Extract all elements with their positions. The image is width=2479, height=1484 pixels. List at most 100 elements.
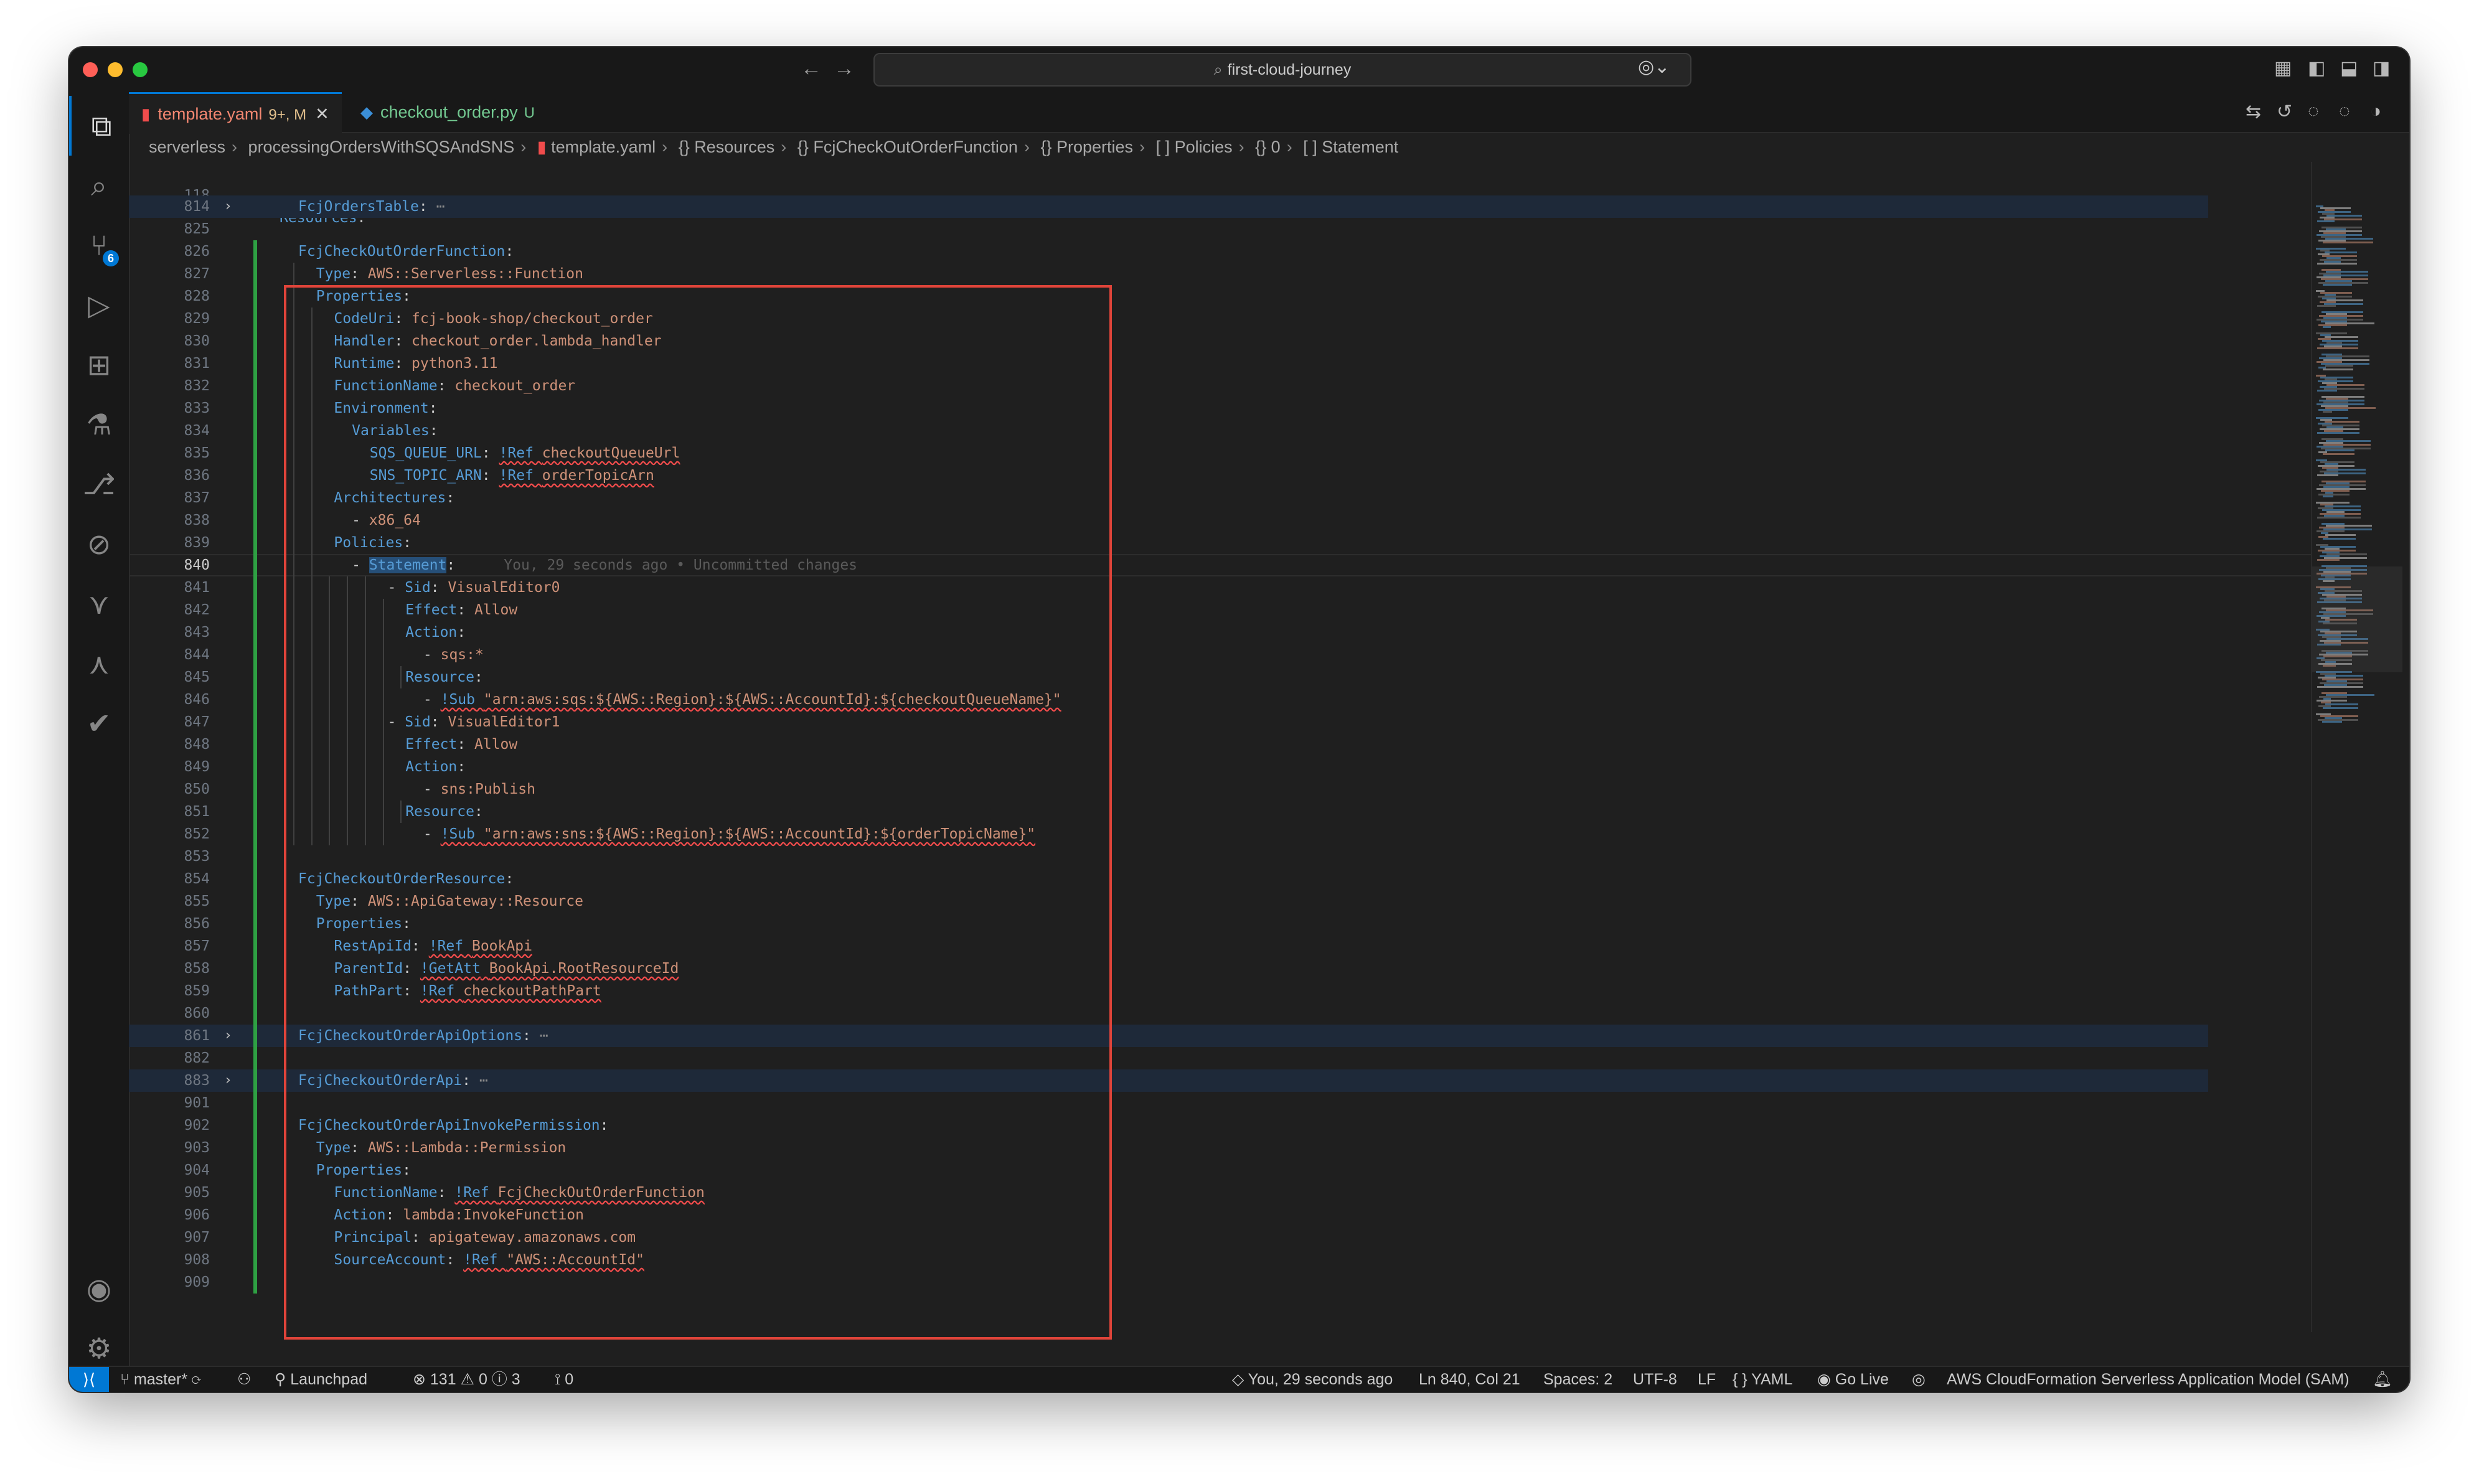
- previous-change-icon[interactable]: ◌: [2308, 101, 2319, 122]
- code-line[interactable]: 831 Runtime: python3.11: [129, 352, 2311, 375]
- back-arrow-icon[interactable]: ←: [801, 56, 822, 81]
- breadcrumb-item[interactable]: [ ] Policies: [1156, 138, 1233, 156]
- breadcrumb-item[interactable]: serverless: [149, 138, 225, 156]
- code-line[interactable]: 836 SNS_TOPIC_ARN: !Ref orderTopicArn: [129, 464, 2311, 487]
- remote-explorer-icon[interactable]: ⊘: [69, 514, 129, 574]
- cursor-position-status[interactable]: Ln 840, Col 21: [1419, 1367, 1520, 1392]
- fold-chevron-icon[interactable]: ›: [225, 1069, 231, 1092]
- breadcrumb-item[interactable]: [ ] Statement: [1303, 138, 1398, 156]
- problems-status[interactable]: ⊗ 131 ⚠ 0 ⓘ 3: [413, 1367, 520, 1392]
- code-line[interactable]: 833 Environment:: [129, 397, 2311, 420]
- next-change-icon[interactable]: ◌: [2339, 101, 2350, 122]
- open-changes-icon[interactable]: ⇆: [2246, 101, 2261, 123]
- sticky-scroll-line[interactable]: 118 Resources:: [129, 162, 2311, 226]
- code-line[interactable]: 829 CodeUri: fcj-book-shop/checkout_order: [129, 308, 2311, 330]
- forward-arrow-icon[interactable]: →: [834, 56, 855, 81]
- close-tab-icon[interactable]: ✕: [315, 105, 329, 123]
- remote-indicator-icon[interactable]: ⟩⟨: [69, 1367, 109, 1392]
- checklist-icon[interactable]: ✔: [69, 693, 129, 753]
- code-line[interactable]: 902 FcjCheckoutOrderApiInvokePermission:: [129, 1114, 2311, 1137]
- source-control-icon[interactable]: ⑂ 6: [69, 215, 129, 275]
- eol-status[interactable]: LF: [1698, 1367, 1716, 1392]
- folded-code-line[interactable]: 883 › FcjCheckoutOrderApi: ⋯: [129, 1069, 2208, 1092]
- code-line[interactable]: 841 - Sid: VisualEditor0: [129, 576, 2311, 599]
- code-line[interactable]: 903 Type: AWS::Lambda::Permission: [129, 1137, 2311, 1159]
- code-line[interactable]: 837 Architectures:: [129, 487, 2311, 509]
- zoom-window-button[interactable]: [133, 62, 148, 77]
- code-line[interactable]: 830 Handler: checkout_order.lambda_handle…: [129, 330, 2311, 352]
- code-line[interactable]: 854 FcjCheckoutOrderResource:: [129, 868, 2311, 890]
- copilot-status-icon[interactable]: ◎: [1912, 1367, 1926, 1392]
- code-line[interactable]: 845 Resource:: [129, 666, 2311, 688]
- code-line[interactable]: 858 ParentId: !GetAtt BookApi.RootResourc…: [129, 957, 2311, 980]
- code-line[interactable]: 840 - Statement: You, 29 seconds ago • Unc…: [129, 554, 2311, 576]
- yaml-schema-status[interactable]: AWS CloudFormation Serverless Applicatio…: [1947, 1367, 2350, 1392]
- breadcrumb-item[interactable]: {} Resources: [679, 138, 775, 156]
- command-center-search[interactable]: ⌕ first-cloud-journey: [873, 53, 1691, 87]
- minimap[interactable]: [2311, 162, 2402, 1332]
- launchpad-status[interactable]: ⚲ Launchpad: [275, 1367, 367, 1392]
- aws-toolkit-icon[interactable]: ⋎: [69, 574, 129, 634]
- aws-amazon-q-icon[interactable]: ⋏: [69, 634, 129, 693]
- code-line[interactable]: 850 - sns:Publish: [129, 778, 2311, 801]
- breadcrumb-item[interactable]: template.yaml: [551, 138, 656, 156]
- breadcrumb-item[interactable]: processingOrdersWithSQSAndSNS: [248, 138, 515, 156]
- git-blame-status[interactable]: ◇ You, 29 seconds ago: [1232, 1367, 1393, 1392]
- minimap-slider[interactable]: [2312, 566, 2402, 672]
- folded-ellipsis-icon[interactable]: ⋯: [531, 1028, 548, 1044]
- folded-code-line[interactable]: 861 › FcjCheckoutOrderApiOptions: ⋯: [129, 1025, 2208, 1047]
- toggle-panel-icon[interactable]: ⬓: [2340, 57, 2358, 80]
- code-line[interactable]: 849 Action:: [129, 756, 2311, 778]
- encoding-status[interactable]: UTF-8: [1633, 1367, 1677, 1392]
- code-line[interactable]: 844 - sqs:*: [129, 644, 2311, 666]
- code-line[interactable]: 907 Principal: apigateway.amazonaws.com: [129, 1226, 2311, 1249]
- run-debug-icon[interactable]: ▷: [69, 275, 129, 335]
- ports-status[interactable]: ⟟ 0: [555, 1367, 573, 1392]
- toggle-primary-sidebar-icon[interactable]: ◧: [2308, 57, 2325, 80]
- code-line[interactable]: 901: [129, 1092, 2311, 1114]
- fold-chevron-icon[interactable]: ›: [225, 195, 231, 218]
- code-line[interactable]: 842 Effect: Allow: [129, 599, 2311, 621]
- minimize-window-button[interactable]: [108, 62, 123, 77]
- tab-checkout-order-py[interactable]: ◆ checkout_order.py U: [348, 92, 547, 132]
- extensions-icon[interactable]: ⊞: [69, 335, 129, 395]
- live-share-icon[interactable]: ⚇: [237, 1367, 251, 1392]
- code-line[interactable]: 856 Properties:: [129, 913, 2311, 935]
- code-line[interactable]: 853: [129, 845, 2311, 868]
- code-line[interactable]: 826 FcjCheckOutOrderFunction:: [129, 240, 2311, 263]
- breadcrumb-item[interactable]: {} FcjCheckOutOrderFunction: [797, 138, 1018, 156]
- explorer-icon[interactable]: ⧉: [69, 96, 131, 156]
- search-view-icon[interactable]: ⌕: [69, 156, 129, 215]
- code-line[interactable]: 839 Policies:: [129, 532, 2311, 554]
- code-line[interactable]: 848 Effect: Allow: [129, 733, 2311, 756]
- code-line[interactable]: 846 - !Sub "arn:aws:sqs:${AWS::Region}:${…: [129, 688, 2311, 711]
- tab-template-yaml[interactable]: ▮ template.yaml 9+, M ✕: [129, 92, 342, 134]
- testing-icon[interactable]: ⚗: [69, 395, 129, 454]
- fold-chevron-icon[interactable]: ›: [225, 1025, 231, 1047]
- indentation-status[interactable]: Spaces: 2: [1543, 1367, 1612, 1392]
- deploy-icon[interactable]: ◑: [2370, 101, 2381, 122]
- code-line[interactable]: 827 Type: AWS::Serverless::Function: [129, 263, 2311, 285]
- code-line[interactable]: 855 Type: AWS::ApiGateway::Resource: [129, 890, 2311, 913]
- code-line[interactable]: 851 Resource:: [129, 801, 2311, 823]
- revert-icon[interactable]: ↺: [2277, 101, 2292, 123]
- go-live-status[interactable]: ◉ Go Live: [1817, 1367, 1889, 1392]
- folded-code-line[interactable]: 814 › FcjOrdersTable: ⋯: [129, 195, 2208, 218]
- folded-ellipsis-icon[interactable]: ⋯: [428, 199, 445, 215]
- code-line[interactable]: 825: [129, 218, 2311, 240]
- sync-icon[interactable]: ⟳: [187, 1371, 201, 1388]
- code-line[interactable]: 847 - Sid: VisualEditor1: [129, 711, 2311, 733]
- code-line[interactable]: 838 - x86_64: [129, 509, 2311, 532]
- close-window-button[interactable]: [83, 62, 98, 77]
- code-line[interactable]: 828 Properties:: [129, 285, 2311, 308]
- code-line[interactable]: 843 Action:: [129, 621, 2311, 644]
- code-line[interactable]: 859 PathPart: !Ref checkoutPathPart: [129, 980, 2311, 1002]
- accounts-icon[interactable]: ◉: [69, 1259, 129, 1318]
- code-line[interactable]: 860: [129, 1002, 2311, 1025]
- code-line[interactable]: 835 SQS_QUEUE_URL: !Ref checkoutQueueUrl: [129, 442, 2311, 464]
- breadcrumb-item[interactable]: {} 0: [1255, 138, 1281, 156]
- code-line[interactable]: 834 Variables:: [129, 420, 2311, 442]
- folded-ellipsis-icon[interactable]: ⋯: [471, 1073, 488, 1089]
- code-line[interactable]: 906 Action: lambda:InvokeFunction: [129, 1204, 2311, 1226]
- code-line[interactable]: 909: [129, 1271, 2311, 1294]
